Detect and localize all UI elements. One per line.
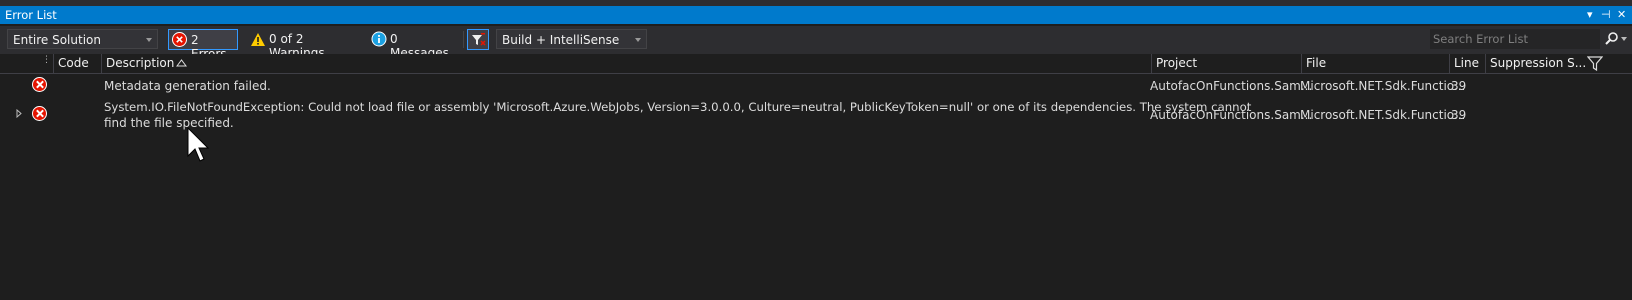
- column-header-description[interactable]: Description: [101, 54, 1151, 74]
- scope-value: Entire Solution: [13, 33, 101, 47]
- errors-filter-button[interactable]: 2 Errors: [168, 29, 238, 61]
- column-code-label: Code: [58, 56, 89, 70]
- warnings-filter-button[interactable]: 0 of 2 Warnings: [247, 29, 357, 60]
- window-position-dropdown-icon[interactable]: ▾: [1587, 7, 1593, 23]
- column-project-label: Project: [1156, 56, 1198, 70]
- search-options-chevron-icon[interactable]: [1621, 37, 1627, 41]
- filter-icon: [472, 33, 486, 46]
- column-options-icon[interactable]: ⋮: [42, 55, 51, 65]
- chevron-down-icon: [635, 38, 641, 42]
- pin-icon[interactable]: ⊣: [1601, 7, 1611, 23]
- table-row[interactable]: System.IO.FileNotFoundException: Could n…: [0, 96, 1632, 132]
- column-header-code[interactable]: Code: [53, 54, 101, 74]
- column-suppression-label: Suppression S...: [1490, 56, 1587, 70]
- build-filter-dropdown[interactable]: Build + IntelliSense: [496, 29, 647, 49]
- error-icon: [32, 106, 47, 121]
- scope-dropdown[interactable]: Entire Solution: [7, 29, 158, 49]
- error-list-header: ⋮ Code Description Project File Line Sup…: [0, 54, 1632, 74]
- expand-row-icon[interactable]: [16, 109, 22, 118]
- row-description-line-1: System.IO.FileNotFoundException: Could n…: [104, 100, 1252, 114]
- column-header-project[interactable]: Project: [1151, 54, 1301, 74]
- chevron-down-icon: [146, 38, 152, 42]
- search-input[interactable]: [1430, 29, 1600, 49]
- row-line: 39: [1451, 108, 1467, 122]
- warning-icon: [251, 33, 265, 46]
- table-row[interactable]: Metadata generation failed. AutofacOnFun…: [0, 74, 1632, 96]
- row-file: Microsoft.NET.Sdk.Functio...: [1300, 108, 1466, 122]
- row-line: 39: [1451, 79, 1467, 93]
- row-project: AutofacOnFunctions.Sam...: [1150, 79, 1313, 93]
- toolbar-separator: [463, 31, 464, 48]
- mouse-cursor-icon: [187, 127, 210, 162]
- filter-current-project-button[interactable]: [467, 29, 489, 50]
- row-description-line-2: find the file specified.: [104, 116, 234, 130]
- row-file: Microsoft.NET.Sdk.Functio...: [1300, 79, 1466, 93]
- close-icon[interactable]: ✕: [1617, 7, 1626, 23]
- search-box[interactable]: [1430, 29, 1630, 49]
- error-list-toolbar: Entire Solution 2 Errors 0 of 2 Warnings…: [0, 26, 1632, 61]
- error-icon: [172, 32, 187, 47]
- column-description-label: Description: [106, 56, 175, 70]
- tool-window-titlebar: Error List ▾ ⊣ ✕: [0, 6, 1632, 24]
- column-header-suppression-state[interactable]: Suppression S...: [1485, 54, 1614, 74]
- column-line-label: Line: [1454, 56, 1480, 70]
- column-header-line[interactable]: Line: [1449, 54, 1485, 74]
- vertical-scrollbar[interactable]: [1614, 74, 1632, 300]
- search-icon[interactable]: [1604, 31, 1620, 47]
- row-description: Metadata generation failed.: [104, 79, 271, 93]
- error-icon: [32, 77, 47, 92]
- column-header-file[interactable]: File: [1301, 54, 1449, 74]
- window-title: Error List: [5, 8, 57, 22]
- column-filter-icon[interactable]: [1587, 56, 1603, 71]
- row-project: AutofacOnFunctions.Sam...: [1150, 108, 1313, 122]
- messages-filter-button[interactable]: 0 Messages: [368, 29, 456, 60]
- build-filter-value: Build + IntelliSense: [502, 33, 620, 47]
- sort-ascending-icon: [176, 59, 187, 67]
- column-file-label: File: [1306, 56, 1327, 70]
- info-icon: [371, 31, 387, 47]
